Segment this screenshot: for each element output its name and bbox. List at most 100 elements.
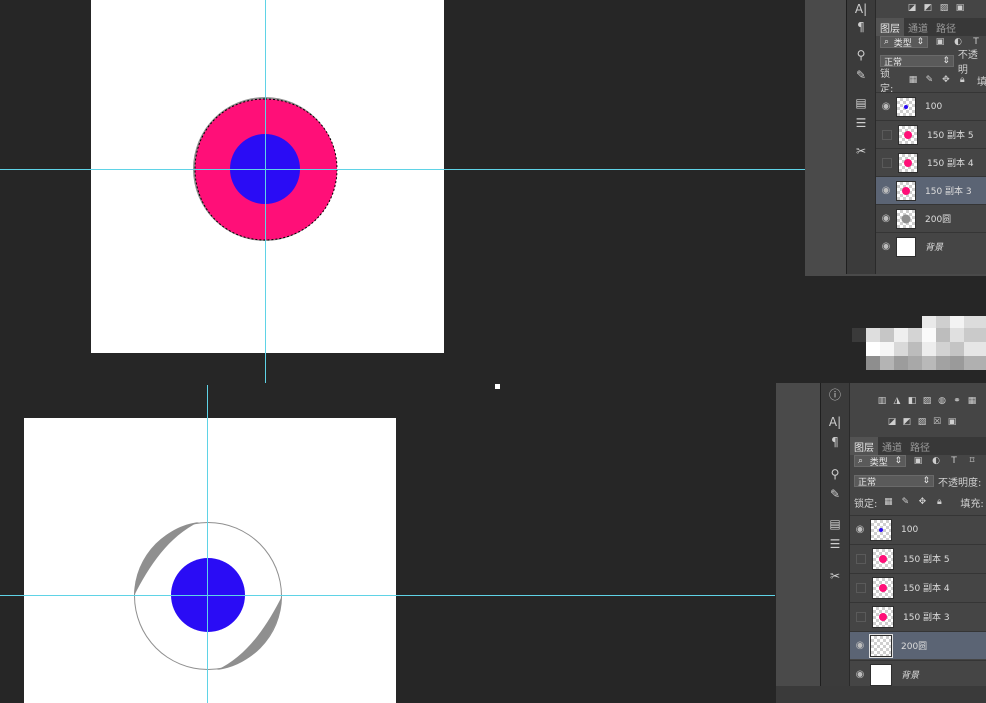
paragraph-icon[interactable]: ¶ (825, 433, 845, 451)
adjust-icon[interactable]: ◪ (906, 2, 918, 14)
chevron-down-icon: ⇕ (942, 56, 950, 66)
layer-row-selected[interactable]: ◉ 150 副本 3 (876, 176, 986, 204)
adjustment-filter-icon[interactable]: ◐ (930, 455, 942, 467)
filter-label: 类型 (894, 36, 912, 49)
blend-row: 正常 ⇕ 不透明度: (854, 473, 981, 489)
eye-icon[interactable]: ◉ (876, 101, 896, 112)
blue-dot (879, 528, 883, 532)
lock-transparent-icon[interactable]: ▦ (882, 496, 894, 508)
character-icon[interactable]: A| (825, 413, 845, 431)
layer-name: 100 (901, 525, 918, 535)
layer-thumbnail (872, 548, 894, 570)
layer-row[interactable]: 150 副本 5 (850, 544, 986, 572)
selective-color-icon[interactable]: ▣ (946, 416, 958, 428)
adjust-icons-row-1: ▥ ◮ ◧ ▨ ◍ ⚭ ▦ (876, 393, 978, 409)
posterize-icon[interactable]: ◩ (901, 416, 913, 428)
lock-paint-icon[interactable]: ✎ (899, 496, 911, 508)
layer-row[interactable]: 150 副本 3 (850, 602, 986, 630)
type-filter-icon[interactable]: T (948, 455, 960, 467)
threshold-icon[interactable]: ▨ (916, 416, 928, 428)
layer-row-selected[interactable]: ◉ 200圆 (850, 631, 986, 659)
layer-name: 100 (925, 102, 942, 112)
tool-strip-top: A| ¶ ⚲ ✎ ▤ ☰ ✂ (846, 0, 875, 274)
clone-source-icon[interactable]: ⚲ (851, 46, 871, 64)
document-canvas-top[interactable] (91, 0, 444, 353)
adjust-icon[interactable]: ◩ (922, 2, 934, 14)
filter-row: ⌕ 类型 ⇕ ▣ ◐ T ⌑ (854, 453, 978, 469)
lock-all-icon[interactable]: 🔒︎ (933, 496, 945, 508)
eye-icon[interactable]: ◉ (876, 185, 896, 196)
adjust-icon[interactable]: ▨ (938, 2, 950, 14)
lock-move-icon[interactable]: ✥ (916, 496, 928, 508)
guide-vertical-bottom[interactable] (207, 385, 208, 703)
tool-preset-icon[interactable]: ✂ (825, 567, 845, 585)
lock-paint-icon[interactable]: ✎ (924, 74, 935, 86)
adjust-icon[interactable]: ▣ (954, 2, 966, 14)
notes-icon[interactable]: ☰ (851, 114, 871, 132)
image-filter-icon[interactable]: ▣ (934, 36, 946, 48)
info-icon[interactable]: ⓘ (825, 385, 845, 403)
layer-row[interactable]: 150 副本 5 (876, 120, 986, 148)
pink-dot (904, 159, 912, 167)
visibility-toggle-off[interactable] (856, 612, 866, 622)
pink-dot (879, 613, 887, 621)
search-icon: ⌕ (858, 456, 863, 466)
blue-dot (904, 105, 908, 109)
layer-row[interactable]: 150 副本 4 (850, 573, 986, 601)
layer-row[interactable]: ◉ 200圆 (876, 204, 986, 232)
layer-row[interactable]: 150 副本 4 (876, 148, 986, 176)
tool-preset-icon[interactable]: ✂ (851, 142, 871, 160)
image-filter-icon[interactable]: ▣ (912, 455, 924, 467)
visibility-toggle-off[interactable] (856, 554, 866, 564)
layer-thumbnail (896, 97, 916, 117)
eye-icon[interactable]: ◉ (850, 524, 870, 535)
layer-thumbnail (872, 606, 894, 628)
history-icon[interactable]: ▤ (825, 515, 845, 533)
eye-icon[interactable]: ◉ (876, 213, 896, 224)
levels-icon[interactable]: ◮ (891, 395, 903, 407)
color-balance-icon[interactable]: ⚭ (951, 395, 963, 407)
layers-panel-bottom: ▥ ◮ ◧ ▨ ◍ ⚭ ▦ ◪ ◩ ▨ ☒ ▣ 图层 通道 路径 ⌕ 类型 ⇕ … (849, 383, 986, 686)
grid-icon[interactable]: ▦ (966, 395, 978, 407)
eye-icon[interactable]: ◉ (876, 241, 896, 252)
filter-dropdown[interactable]: ⌕ 类型 ⇕ (880, 36, 928, 48)
eye-icon[interactable]: ◉ (850, 640, 870, 651)
layer-thumbnail (870, 635, 892, 657)
brightness-icon[interactable]: ▥ (876, 395, 888, 407)
exposure-icon[interactable]: ▨ (921, 395, 933, 407)
clone-source-icon[interactable]: ⚲ (825, 465, 845, 483)
search-icon: ⌕ (884, 37, 889, 47)
lock-all-icon[interactable]: 🔒︎ (957, 74, 968, 86)
document-canvas-bottom[interactable] (24, 418, 396, 703)
layer-thumbnail (896, 209, 916, 229)
guide-horizontal-top[interactable] (0, 169, 805, 170)
pixelated-overlay (852, 316, 986, 384)
layer-row[interactable]: ◉ 100 (850, 515, 986, 543)
gradient-map-icon[interactable]: ☒ (931, 416, 943, 428)
character-icon[interactable]: A| (851, 0, 871, 18)
hue-icon[interactable]: ◍ (936, 395, 948, 407)
guide-horizontal-bottom[interactable] (0, 595, 775, 596)
curves-icon[interactable]: ◧ (906, 395, 918, 407)
lock-transparent-icon[interactable]: ▦ (907, 74, 918, 86)
filter-dropdown[interactable]: ⌕ 类型 ⇕ (854, 455, 906, 467)
guide-vertical-top[interactable] (265, 0, 266, 383)
notes-icon[interactable]: ☰ (825, 535, 845, 553)
history-icon[interactable]: ▤ (851, 94, 871, 112)
paragraph-icon[interactable]: ¶ (851, 18, 871, 36)
layer-row[interactable]: ◉ 背景 (876, 232, 986, 260)
brush-preset-icon[interactable]: ✎ (825, 485, 845, 503)
visibility-toggle-off[interactable] (882, 130, 892, 140)
visibility-toggle-off[interactable] (882, 158, 892, 168)
blend-mode-dropdown[interactable]: 正常 ⇕ (854, 475, 934, 487)
layer-row[interactable]: ◉ 背景 (850, 660, 986, 688)
gray-dot (902, 214, 911, 223)
invert-icon[interactable]: ◪ (886, 416, 898, 428)
brush-preset-icon[interactable]: ✎ (851, 66, 871, 84)
layer-name: 150 副本 4 (927, 156, 974, 169)
layer-row[interactable]: ◉ 100 (876, 92, 986, 120)
eye-icon[interactable]: ◉ (850, 669, 870, 680)
lock-move-icon[interactable]: ✥ (940, 74, 951, 86)
visibility-toggle-off[interactable] (856, 583, 866, 593)
shape-filter-icon[interactable]: ⌑ (966, 455, 978, 467)
